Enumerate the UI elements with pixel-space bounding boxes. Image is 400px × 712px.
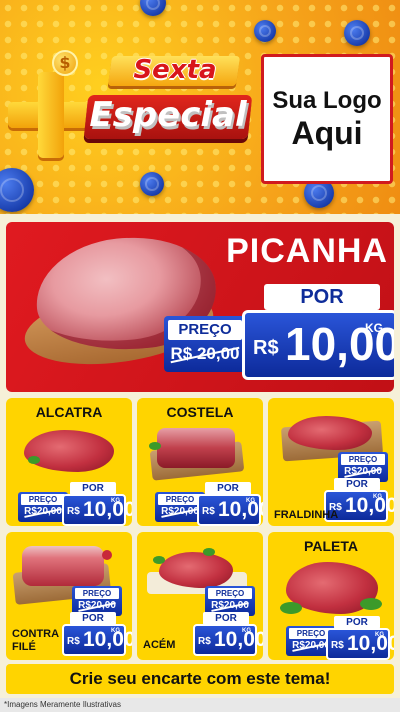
currency: R$: [202, 506, 215, 517]
price-value: 10,00: [214, 628, 263, 651]
preco-label: PREÇO: [75, 588, 119, 599]
product-card-fraldinha[interactable]: PREÇO R$20,00 POR R$ 10,00 KG FRALDINHA: [268, 398, 394, 526]
currency: R$: [67, 636, 80, 647]
product-name: ACÉM: [143, 639, 176, 651]
featured-product-card[interactable]: PICANHA POR PREÇO R$ 20,00 R$ 10,00 KG: [6, 222, 394, 392]
new-price-tag: R$ 10,00 KG: [62, 494, 132, 526]
coin-icon: [344, 20, 370, 46]
tomato-garnish: [102, 550, 112, 560]
header-banner: $ Sexta Especial Sua Logo Aqui: [0, 0, 400, 214]
disclaimer: *Imagens Meramente Ilustrativas: [0, 698, 400, 712]
herb-garnish: [360, 598, 382, 610]
product-card-paleta[interactable]: PALETA PREÇO R$20,00 POR R$ 10,00 KG: [268, 532, 394, 660]
herb-garnish: [203, 548, 215, 556]
herb-garnish: [28, 456, 40, 464]
logo-placeholder[interactable]: Sua Logo Aqui: [261, 54, 393, 184]
currency: R$: [67, 506, 80, 517]
herb-garnish: [149, 442, 161, 450]
preco-label: PREÇO: [158, 494, 202, 505]
new-price-tag: R$ 10,00 KG: [242, 310, 394, 380]
product-name-line-2: FILÉ: [12, 641, 36, 653]
new-price-tag: R$ 10,00 KG: [193, 624, 263, 656]
headline-word-2: Especial: [89, 95, 247, 135]
dollar-coin-icon: $: [52, 50, 78, 76]
unit-label: KG: [373, 494, 382, 500]
product-name: FRALDINHA: [274, 509, 339, 521]
product-card-costela[interactable]: COSTELA PREÇO R$20,00 POR R$ 10,00 KG: [137, 398, 263, 526]
product-name: CONTRA FILÉ: [12, 628, 59, 654]
product-name: ALCATRA: [35, 404, 103, 420]
product-card-alcatra[interactable]: ALCATRA PREÇO R$20,00 POR R$ 10,00 KG: [6, 398, 132, 526]
new-price-tag: R$ 10,00 KG: [197, 494, 263, 526]
unit-label: KG: [246, 498, 255, 504]
old-price-tag: PREÇO R$ 20,00: [164, 316, 246, 372]
unit-label: KG: [111, 628, 120, 634]
price-value: 10,00: [83, 628, 132, 651]
plus-icon: [8, 72, 94, 158]
alcatra-image: [24, 430, 114, 472]
featured-product-name: PICANHA: [226, 232, 388, 270]
price-value: 10,00: [83, 498, 132, 521]
unit-label: KG: [242, 628, 251, 634]
logo-line-1: Sua Logo: [272, 87, 382, 114]
preco-label: PREÇO: [168, 320, 242, 340]
price-value: 10,00: [347, 632, 394, 655]
price-value: 10,00: [218, 498, 263, 521]
product-card-acem[interactable]: PREÇO R$20,00 POR R$ 10,00 KG ACÉM: [137, 532, 263, 660]
product-name: COSTELA: [166, 404, 234, 420]
preco-label: PREÇO: [21, 494, 65, 505]
herb-garnish: [280, 602, 302, 614]
currency: R$: [253, 337, 279, 359]
herb-garnish: [153, 556, 165, 564]
fraldinha-image: [288, 416, 372, 450]
new-price-tag: R$ 10,00 KG: [326, 628, 394, 660]
new-price-tag: R$ 10,00 KG: [62, 624, 132, 656]
acem-image: [159, 552, 233, 588]
unit-label: KG: [365, 321, 383, 335]
product-card-contra-file[interactable]: PREÇO R$20,00 POR R$ 10,00 KG CONTRA FIL…: [6, 532, 132, 660]
product-name-line-1: CONTRA: [12, 628, 60, 640]
costela-image: [157, 428, 235, 468]
coin-icon: [254, 20, 276, 42]
por-label: POR: [264, 284, 380, 310]
currency: R$: [198, 636, 211, 647]
cta-banner[interactable]: Crie seu encarte com este tema!: [6, 664, 394, 694]
headline-word-1: Sexta: [133, 55, 217, 85]
flyer: $ Sexta Especial Sua Logo Aqui PICANHA P…: [0, 0, 400, 712]
coin-icon: [140, 172, 164, 196]
currency: R$: [331, 640, 344, 651]
logo-line-2: Aqui: [291, 115, 363, 151]
unit-label: KG: [375, 632, 384, 638]
old-price-tag: PREÇO R$20,00: [18, 492, 68, 522]
price-value: 10,00: [345, 494, 394, 517]
unit-label: KG: [111, 498, 120, 504]
product-name: PALETA: [304, 538, 358, 554]
preco-label: PREÇO: [341, 454, 385, 465]
contra-file-image: [22, 546, 104, 586]
preco-label: PREÇO: [208, 588, 252, 599]
